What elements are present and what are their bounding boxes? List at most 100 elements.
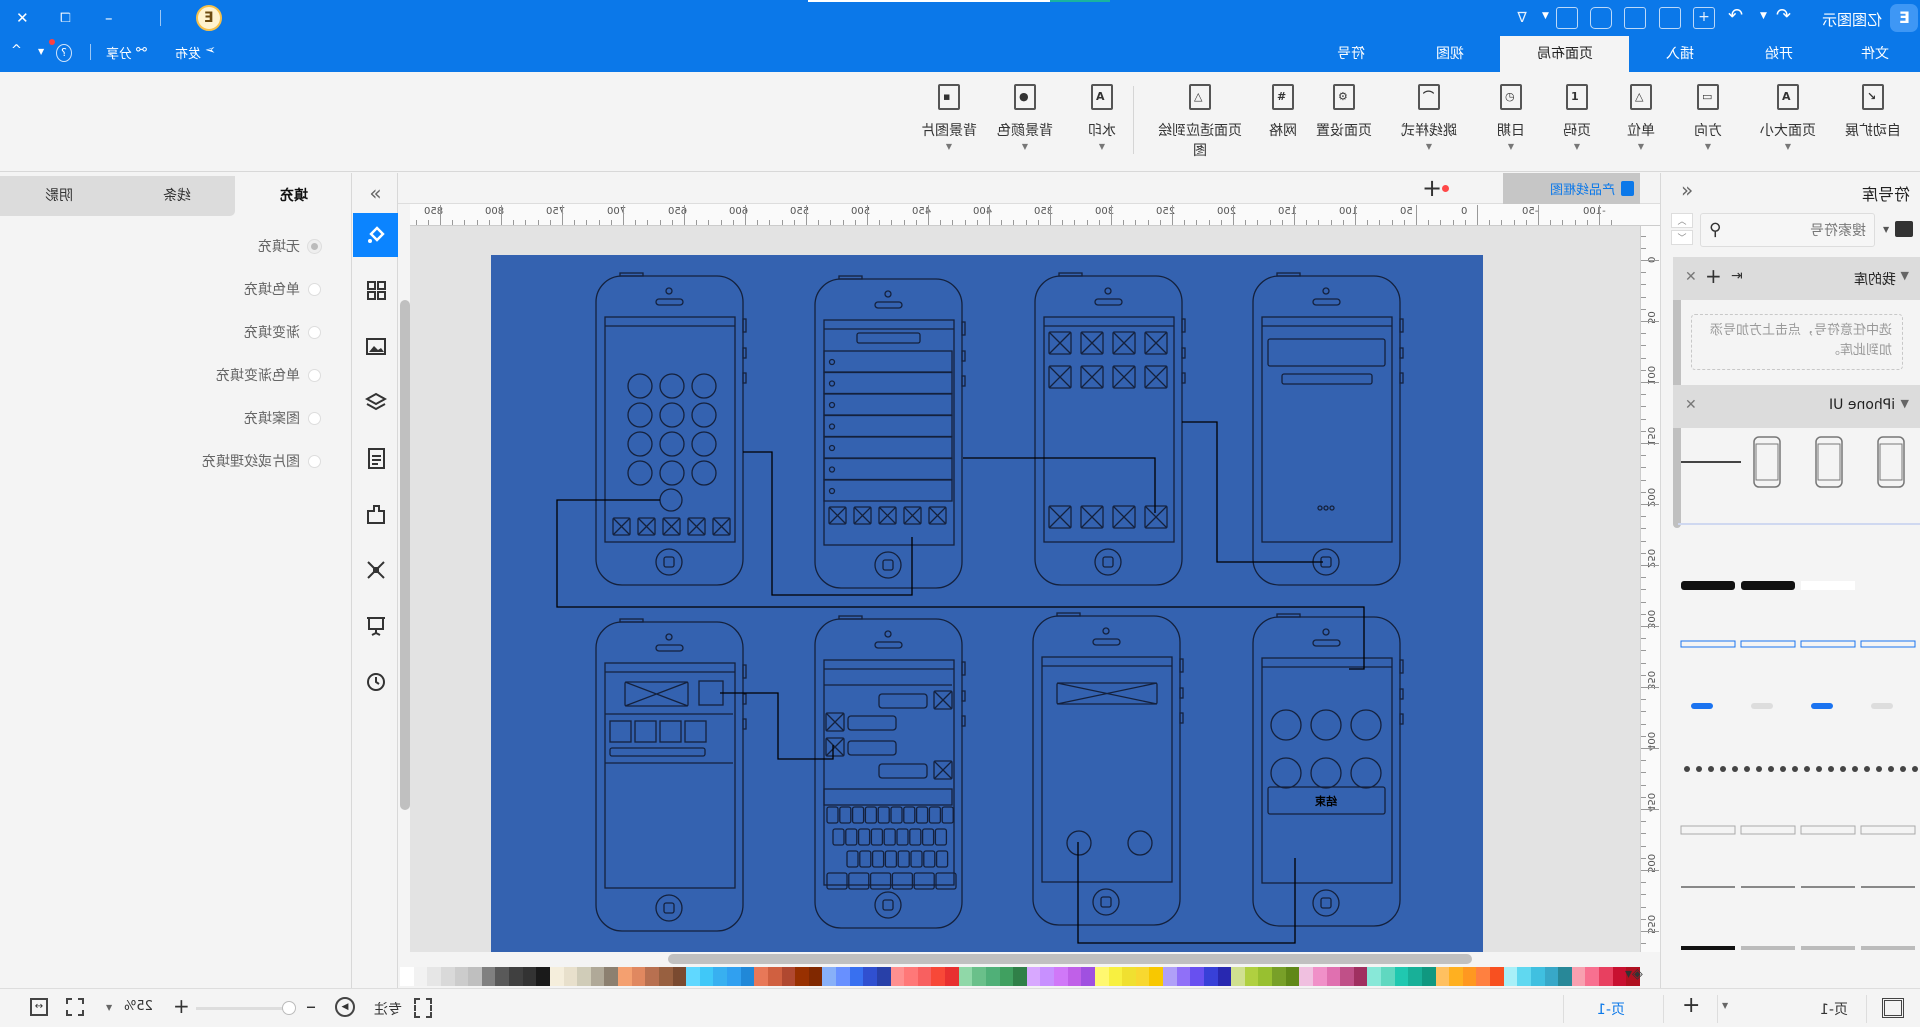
color-swatch[interactable] (1530, 967, 1545, 986)
add-page-button[interactable]: + (1682, 993, 1700, 1018)
current-page[interactable]: 页-1 (1820, 999, 1848, 1019)
color-swatch[interactable] (1599, 967, 1613, 986)
fill-option[interactable]: 单色渐变填充 (216, 365, 321, 385)
chevron-down-icon[interactable]: ▼ (1883, 225, 1889, 234)
color-swatch[interactable] (781, 967, 796, 986)
color-swatch[interactable] (509, 967, 523, 986)
color-swatch[interactable] (876, 967, 891, 986)
color-swatch[interactable] (917, 967, 932, 986)
tab-insert[interactable]: 插入 (1650, 36, 1710, 72)
radio-button[interactable] (308, 325, 321, 339)
color-swatch[interactable] (1013, 967, 1027, 986)
color-swatch[interactable] (1067, 967, 1082, 986)
color-swatch[interactable] (1040, 967, 1054, 986)
color-swatch[interactable] (1026, 967, 1041, 986)
color-swatch[interactable] (1367, 967, 1381, 986)
color-swatch[interactable] (440, 967, 455, 986)
color-swatch[interactable] (1258, 967, 1272, 986)
color-swatch[interactable] (536, 967, 550, 986)
color-swatch[interactable] (413, 967, 428, 986)
color-swatch[interactable] (904, 967, 918, 986)
expand-panel-button[interactable]: » (1681, 178, 1693, 202)
color-swatch[interactable] (577, 967, 591, 986)
color-swatch[interactable] (1394, 967, 1409, 986)
document-panel-button[interactable] (353, 436, 398, 480)
chevron-down-icon[interactable]: ▼ (1542, 11, 1549, 21)
color-swatch[interactable] (1503, 967, 1518, 986)
customize-icon[interactable]: ∇ (1511, 7, 1533, 29)
tab-line[interactable]: 线条 (118, 176, 235, 216)
horizontal-scrollbar[interactable] (668, 954, 1472, 964)
color-swatch[interactable] (999, 967, 1014, 986)
color-swatch[interactable] (1149, 967, 1163, 986)
color-swatch[interactable] (1285, 967, 1300, 986)
my-library-header[interactable]: ✕ + ⇥ 我的库 ▼ (1673, 257, 1920, 300)
color-swatch[interactable] (495, 967, 509, 986)
color-swatch[interactable] (767, 967, 782, 986)
collapse-ribbon-button[interactable]: ^ (11, 43, 22, 58)
color-swatch[interactable] (699, 967, 714, 986)
color-swatch[interactable] (1544, 967, 1559, 986)
collapse-panel-button[interactable]: « (353, 173, 398, 213)
iphone-ui-header[interactable]: ✕ iPhone UI ▼ (1673, 385, 1920, 428)
fill-option[interactable]: 图片或纹理填充 (202, 451, 321, 471)
color-swatch[interactable] (563, 967, 578, 986)
color-swatch[interactable] (645, 967, 659, 986)
color-swatch[interactable] (754, 967, 768, 986)
connect-panel-button[interactable] (353, 548, 398, 592)
help-button[interactable]: ? (56, 44, 72, 62)
scroll-down-button[interactable]: ﹀ (1671, 230, 1693, 245)
fill-option[interactable]: 渐变填充 (244, 322, 321, 342)
color-swatch[interactable] (890, 967, 905, 986)
restore-button[interactable]: ❐ (53, 6, 77, 30)
vip-badge-icon[interactable]: E (196, 5, 222, 31)
color-swatch[interactable] (795, 967, 809, 986)
ribbon-fit-to-drawing-button[interactable]: △ 页面适应到绘图 (1155, 84, 1245, 172)
drawing-canvas[interactable]: 结束 (410, 226, 1640, 952)
chevron-down-icon[interactable]: ▼ (38, 47, 44, 56)
radio-button[interactable] (308, 368, 321, 382)
image-panel-button[interactable] (353, 324, 398, 368)
scroll-up-button[interactable]: ︿ (1671, 213, 1693, 228)
radio-button[interactable] (308, 282, 321, 296)
color-swatch[interactable] (1094, 967, 1109, 986)
tab-page-layout[interactable]: 页面布局 (1500, 36, 1629, 72)
fill-option[interactable]: 单色填充 (244, 279, 321, 299)
save-icon[interactable] (1624, 7, 1646, 29)
color-swatch[interactable] (481, 967, 496, 986)
color-swatch[interactable] (1571, 967, 1586, 986)
color-swatch[interactable] (1231, 967, 1245, 986)
document-tab[interactable]: 产品线框图 (1503, 173, 1640, 204)
redo-icon[interactable]: ↷ (1776, 5, 1791, 26)
color-swatch[interactable] (454, 967, 469, 986)
ribbon-grid-button[interactable]: # 网格 (1238, 84, 1328, 152)
zoom-slider[interactable] (196, 1001, 296, 1015)
fill-option[interactable]: 无填充 (258, 236, 321, 256)
share-button[interactable]: 分享 ⚯ (106, 43, 147, 62)
color-swatch[interactable] (1435, 967, 1450, 986)
color-swatch[interactable] (1381, 967, 1395, 986)
close-button[interactable]: ✕ (10, 6, 34, 30)
color-swatch[interactable] (631, 967, 646, 986)
color-swatch[interactable] (1054, 967, 1068, 986)
color-swatch[interactable] (672, 967, 687, 986)
play-icon[interactable]: ◀ (335, 997, 355, 1017)
radio-button[interactable] (308, 411, 321, 425)
color-swatch[interactable] (1135, 967, 1150, 986)
ribbon-background-image-button[interactable]: ▪ 背景图片 ▼ (904, 84, 994, 152)
color-swatch[interactable] (1408, 967, 1422, 986)
ribbon-watermark-button[interactable]: A 水印 ▼ (1057, 84, 1147, 152)
ribbon-jump-line-button[interactable]: ⌒ 跳线样式 ▼ (1384, 84, 1474, 152)
tab-view[interactable]: 视图 (1420, 36, 1480, 72)
page-tab-1[interactable]: 页-1 (1597, 999, 1625, 1019)
tab-home[interactable]: 开始 (1749, 36, 1809, 72)
color-swatch[interactable] (522, 967, 537, 986)
color-swatch[interactable] (1217, 967, 1232, 986)
history-panel-button[interactable] (353, 660, 398, 704)
color-swatch[interactable] (1462, 967, 1477, 986)
search-symbols-input[interactable]: ⚲ 搜索符号 (1700, 213, 1875, 247)
layers-panel-button[interactable] (353, 380, 398, 424)
puzzle-panel-button[interactable] (353, 492, 398, 536)
color-swatch[interactable] (686, 967, 700, 986)
color-swatch[interactable] (468, 967, 482, 986)
